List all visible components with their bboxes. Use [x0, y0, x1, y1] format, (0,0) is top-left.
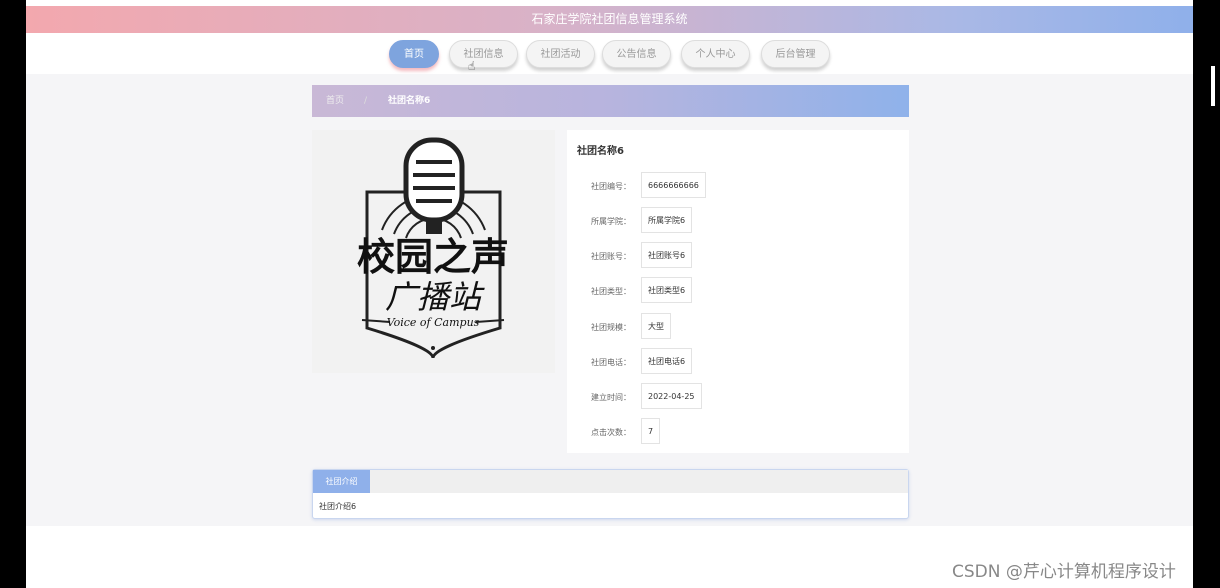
site-title-bar: 石家庄学院社团信息管理系统 [26, 6, 1193, 33]
field-value-club-id: 6666666666 [641, 172, 706, 198]
radio-logo: 校园之声 广播站 Voice of Campus [357, 137, 509, 359]
poster-tagline: Voice of Campus [387, 316, 480, 329]
nav-item-admin[interactable]: 后台管理 [761, 40, 830, 68]
microphone-icon [403, 137, 465, 223]
club-name: 社团名称6 [577, 146, 624, 157]
field-label-clicks: 点击次数： [591, 428, 631, 437]
field-value-college: 所属学院6 [641, 207, 693, 233]
main-nav: 首页 社团信息 社团活动 公告信息 个人中心 后台管理 [26, 36, 1193, 74]
field-label-phone: 社团电话： [591, 358, 631, 367]
field-value-type: 社团类型6 [641, 277, 693, 303]
breadcrumb-current: 社团名称6 [388, 96, 431, 106]
site-title: 石家庄学院社团信息管理系统 [531, 12, 688, 26]
browser-page: 石家庄学院社团信息管理系统 首页 社团信息 社团活动 公告信息 个人中心 后台管… [26, 0, 1193, 588]
field-value-founded: 2022-04-25 [641, 383, 702, 409]
hand-cursor-icon: ☝ [468, 59, 476, 73]
nav-item-home[interactable]: 首页 [389, 40, 439, 68]
club-info-panel: 社团名称6 社团编号： 6666666666 所属学院： 所属学院6 社团账号：… [567, 130, 909, 453]
nav-item-club-activity[interactable]: 社团活动 [526, 40, 595, 68]
field-label-college: 所属学院： [591, 217, 631, 226]
screen-edge [1193, 0, 1220, 588]
field-value-phone: 社团电话6 [641, 348, 693, 374]
nav-item-personal-center[interactable]: 个人中心 [681, 40, 750, 68]
nav-item-announcements[interactable]: 公告信息 [602, 40, 671, 68]
field-label-account: 社团账号： [591, 252, 631, 261]
breadcrumb-home[interactable]: 首页 [326, 85, 344, 117]
field-label-scale: 社团规模： [591, 323, 631, 332]
club-intro-text: 社团介绍6 [319, 502, 357, 511]
club-image: 校园之声 广播站 Voice of Campus [312, 130, 555, 373]
field-label-type: 社团类型： [591, 287, 631, 296]
field-value-scale: 大型 [641, 313, 671, 339]
field-value-clicks: 7 [641, 418, 661, 444]
csdn-watermark: CSDN @芹心计算机程序设计 [952, 562, 1176, 582]
field-label-founded: 建立时间： [591, 393, 631, 402]
field-value-account: 社团账号6 [641, 242, 693, 268]
poster-subheadline: 广播站 [385, 278, 485, 316]
scroll-indicator [1211, 66, 1215, 106]
breadcrumb-separator: / [364, 96, 368, 106]
field-label-club-id: 社团编号： [591, 182, 631, 191]
intro-tab-bar: 社团介绍 [313, 470, 908, 493]
tab-club-intro[interactable]: 社团介绍 [313, 470, 370, 493]
club-intro-box: 社团介绍 社团介绍6 [312, 469, 909, 519]
breadcrumb: 首页 / 社团名称6 [312, 85, 909, 117]
poster-headline: 校园之声 [357, 235, 509, 279]
nav-item-club-info[interactable]: 社团信息 [449, 40, 518, 68]
